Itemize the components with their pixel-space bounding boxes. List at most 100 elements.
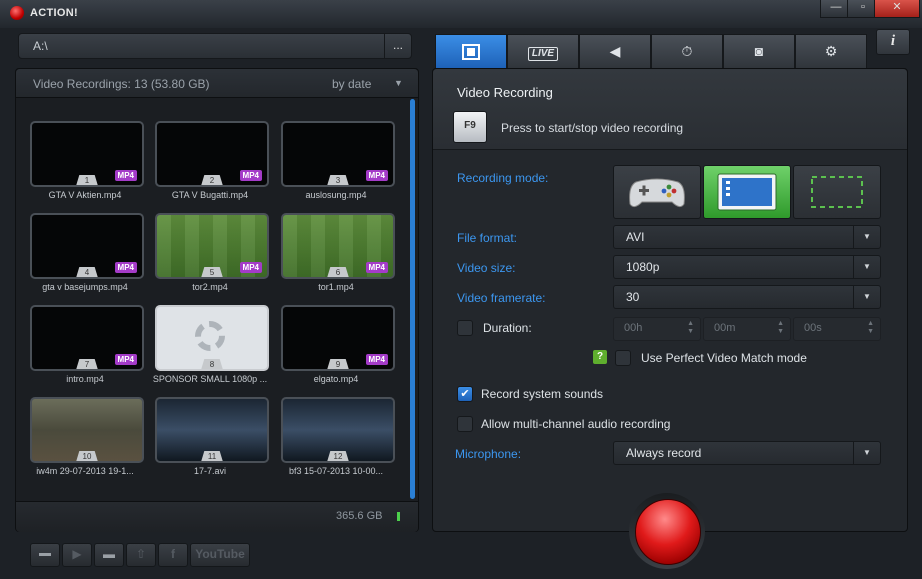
- video-filename[interactable]: GTA V Aktien.mp4: [26, 190, 144, 200]
- video-filename[interactable]: tor2.mp4: [151, 282, 269, 292]
- tab-settings[interactable]: ⚙: [795, 34, 867, 69]
- video-thumbnail[interactable]: 6 MP4: [281, 213, 395, 279]
- close-button[interactable]: ✕: [874, 0, 920, 18]
- video-size-dropdown[interactable]: 1080p ▼: [613, 255, 881, 279]
- mode-desktop-button[interactable]: [703, 165, 791, 219]
- gamepad-icon: [629, 178, 685, 208]
- video-thumbnail[interactable]: 2 MP4: [155, 121, 269, 187]
- thumbnail-number: 5: [201, 267, 223, 277]
- hotkey-button[interactable]: F9: [453, 111, 487, 143]
- minus-icon: [39, 553, 51, 557]
- thumbnail-number: 11: [201, 451, 223, 461]
- duration-seconds-value: 00s: [804, 322, 822, 334]
- recordings-count: Video Recordings: 13 (53.80 GB): [33, 77, 210, 91]
- chevron-down-icon[interactable]: ▼: [853, 226, 880, 248]
- hotkey-description: Press to start/stop video recording: [501, 121, 684, 135]
- system-sounds-checkbox[interactable]: ✔: [457, 386, 473, 402]
- video-filename[interactable]: bf3 15-07-2013 10-00...: [277, 466, 395, 476]
- chevron-down-icon[interactable]: ▼: [853, 256, 880, 278]
- tab-audio[interactable]: ◀: [579, 34, 651, 69]
- loading-spinner-icon: [195, 321, 225, 351]
- path-bar[interactable]: A:\ ...: [18, 33, 412, 59]
- video-filename[interactable]: intro.mp4: [26, 374, 144, 384]
- browse-button[interactable]: ...: [384, 34, 411, 58]
- facebook-button[interactable]: f: [158, 543, 188, 567]
- pvm-checkbox[interactable]: [615, 350, 631, 366]
- video-thumbnail-selected[interactable]: 8: [155, 305, 269, 371]
- upload-icon: ⇧: [135, 547, 147, 561]
- stepper-icon[interactable]: ▲ ▼: [777, 320, 784, 336]
- tab-screenshot[interactable]: ◙: [723, 34, 795, 69]
- format-badge: MP4: [365, 354, 388, 365]
- recordings-scrollbar[interactable]: [410, 99, 415, 499]
- thumbnail-number: 10: [76, 451, 98, 461]
- chevron-down-icon[interactable]: ▼: [853, 286, 880, 308]
- video-filename[interactable]: 17-7.avi: [151, 466, 269, 476]
- multi-channel-checkbox[interactable]: [457, 416, 473, 432]
- stepper-icon[interactable]: ▲ ▼: [867, 320, 874, 336]
- stopwatch-icon: ⏱: [681, 43, 693, 59]
- video-thumbnail[interactable]: 4 MP4: [30, 213, 144, 279]
- duration-minutes[interactable]: 00m ▲ ▼: [703, 317, 791, 341]
- app-logo-icon: [10, 6, 24, 20]
- delete-button[interactable]: [30, 543, 60, 567]
- upload-button[interactable]: ⇧: [126, 543, 156, 567]
- microphone-label: Microphone:: [455, 447, 522, 461]
- app-title: ACTION!: [30, 7, 78, 19]
- duration-checkbox[interactable]: [457, 320, 473, 336]
- duration-hours[interactable]: 00h ▲ ▼: [613, 317, 701, 341]
- section-title: Video Recording: [457, 85, 553, 100]
- sort-dropdown[interactable]: by date: [332, 77, 371, 91]
- video-thumbnail[interactable]: 5 MP4: [155, 213, 269, 279]
- video-filename[interactable]: iw4m 29-07-2013 19-1...: [26, 466, 144, 476]
- info-button[interactable]: i: [876, 29, 910, 55]
- video-size-label: Video size:: [457, 261, 516, 275]
- speaker-icon: ◀: [609, 43, 621, 59]
- thumbnail-number: 4: [76, 267, 98, 277]
- format-badge: MP4: [114, 354, 137, 365]
- checkmark-icon: ✔: [460, 388, 470, 400]
- video-filename[interactable]: elgato.mp4: [277, 374, 395, 384]
- desktop-icon: [717, 173, 777, 211]
- format-badge: MP4: [365, 170, 388, 181]
- system-sounds-label: Record system sounds: [481, 387, 604, 401]
- video-thumbnail[interactable]: 1 MP4: [30, 121, 144, 187]
- play-button[interactable]: ▶: [62, 543, 92, 567]
- file-format-dropdown[interactable]: AVI ▼: [613, 225, 881, 249]
- microphone-value: Always record: [626, 446, 702, 460]
- duration-seconds[interactable]: 00s ▲ ▼: [793, 317, 881, 341]
- video-filename[interactable]: auslosung.mp4: [277, 190, 395, 200]
- thumbnail-number: 7: [76, 359, 98, 369]
- chevron-down-icon[interactable]: ▼: [853, 442, 880, 464]
- video-filename[interactable]: GTA V Bugatti.mp4: [151, 190, 269, 200]
- record-button[interactable]: [635, 499, 701, 565]
- video-filename[interactable]: SPONSOR SMALL 1080p ...: [151, 374, 269, 384]
- mode-region-button[interactable]: [793, 165, 881, 219]
- help-icon[interactable]: ?: [593, 350, 607, 364]
- file-format-value: AVI: [626, 230, 645, 244]
- video-thumbnail[interactable]: 7 MP4: [30, 305, 144, 371]
- framerate-dropdown[interactable]: 30 ▼: [613, 285, 881, 309]
- tab-live[interactable]: LIVE: [507, 34, 579, 69]
- disk-free-space: 365.6 GB: [336, 510, 383, 522]
- open-folder-button[interactable]: ▬: [94, 543, 124, 567]
- microphone-dropdown[interactable]: Always record ▼: [613, 441, 881, 465]
- video-thumbnail[interactable]: 12: [281, 397, 395, 463]
- youtube-button[interactable]: YouTube: [190, 543, 250, 567]
- tab-benchmark[interactable]: ⏱: [651, 34, 723, 69]
- video-thumbnail[interactable]: 10: [30, 397, 144, 463]
- mode-game-button[interactable]: [613, 165, 701, 219]
- tab-video[interactable]: [435, 34, 507, 69]
- video-thumbnail[interactable]: 11: [155, 397, 269, 463]
- duration-hours-value: 00h: [624, 322, 643, 334]
- recording-mode-label: Recording mode:: [457, 171, 549, 185]
- duration-minutes-value: 00m: [714, 322, 736, 334]
- video-filename[interactable]: gta v basejumps.mp4: [26, 282, 144, 292]
- settings-panel: Video Recording F9 Press to start/stop v…: [432, 68, 908, 532]
- video-thumbnail[interactable]: 3 MP4: [281, 121, 395, 187]
- recordings-footer: 365.6 GB: [16, 501, 418, 532]
- stepper-icon[interactable]: ▲ ▼: [687, 320, 694, 336]
- video-filename[interactable]: tor1.mp4: [277, 282, 395, 292]
- chevron-down-icon[interactable]: ▼: [394, 78, 403, 88]
- video-thumbnail[interactable]: 9 MP4: [281, 305, 395, 371]
